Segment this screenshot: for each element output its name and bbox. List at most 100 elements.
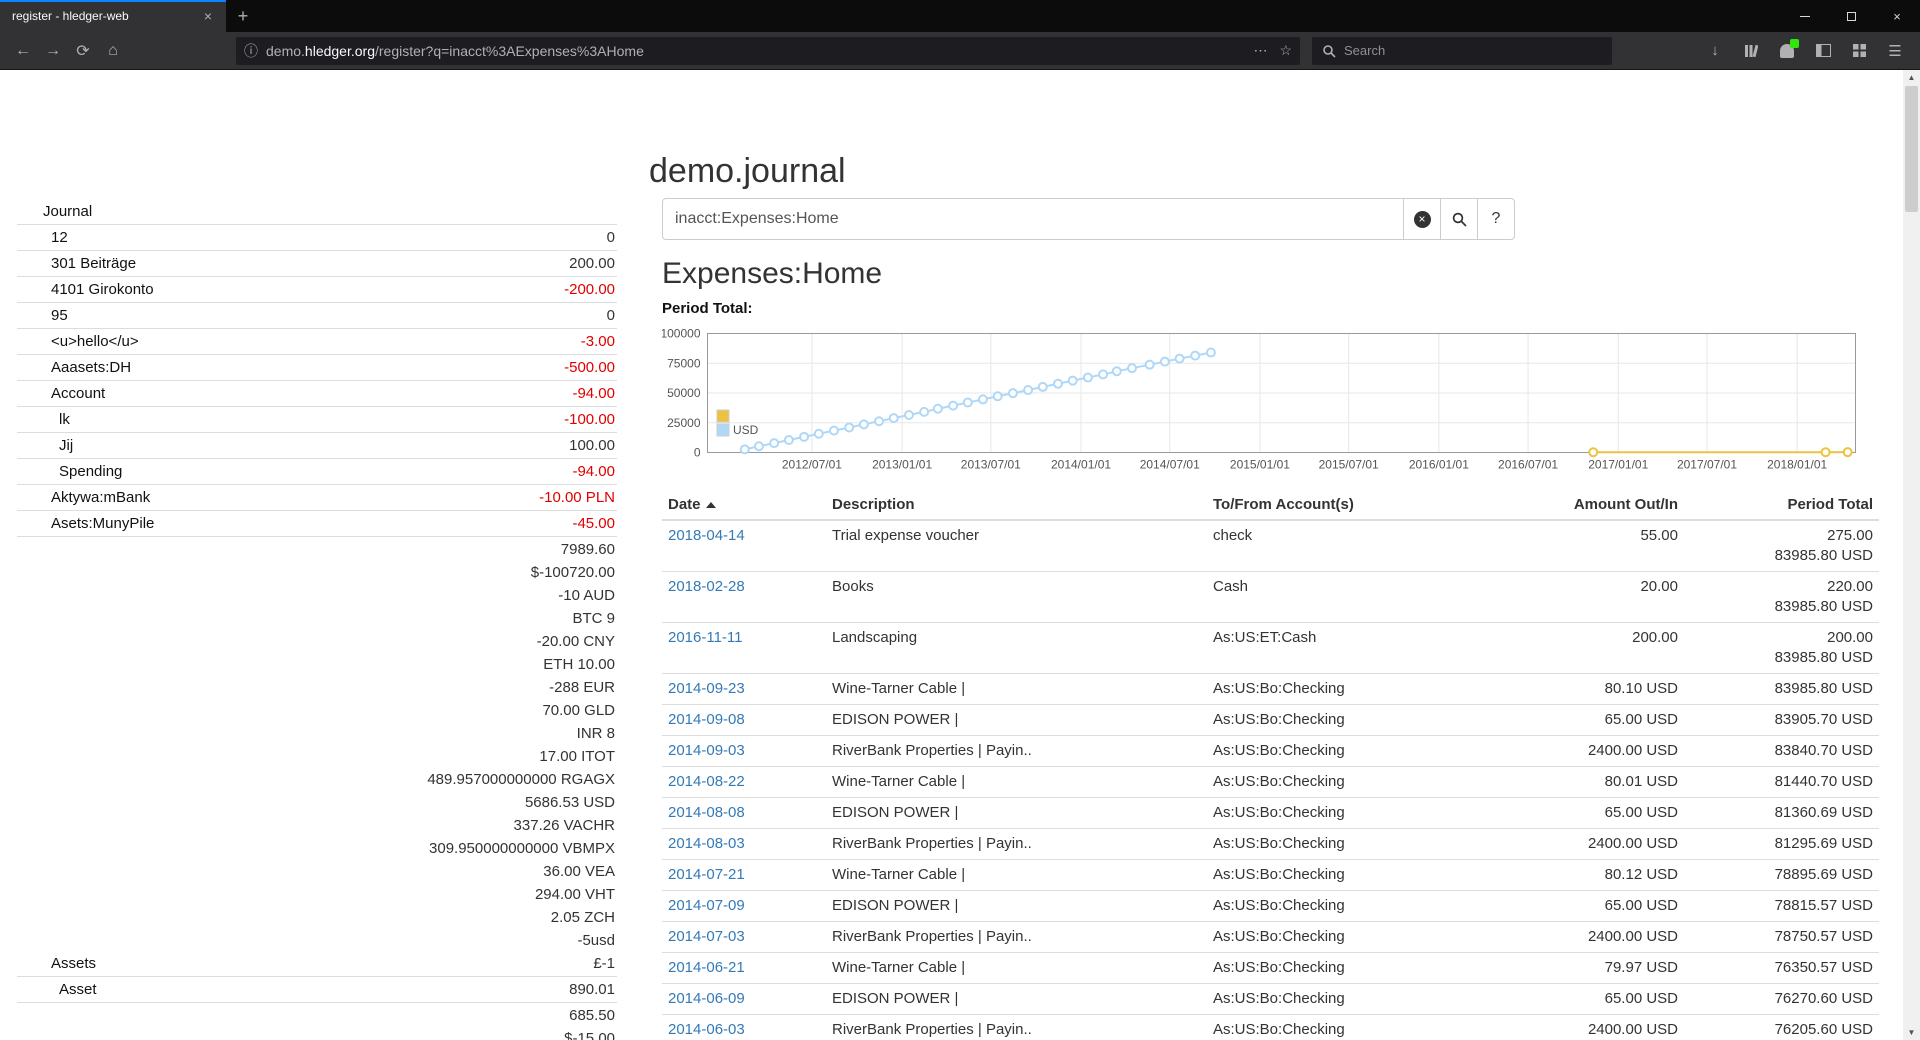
window-maximize-button[interactable] bbox=[1828, 0, 1874, 32]
balance-amount: INR 8 bbox=[427, 722, 615, 745]
transaction-date-link[interactable]: 2014-08-08 bbox=[668, 804, 745, 821]
transaction-description: RiverBank Properties | Payin.. bbox=[826, 1015, 1207, 1040]
transaction-date-link[interactable]: 2014-07-03 bbox=[668, 928, 745, 945]
reload-button[interactable]: ⟳ bbox=[68, 36, 98, 66]
transaction-period-total: 81295.69 USD bbox=[1684, 829, 1879, 860]
balance-amount: 100.00 bbox=[569, 434, 615, 457]
home-button[interactable]: ⌂ bbox=[98, 36, 128, 66]
sidebar-account-link[interactable]: Aktywa:mBank bbox=[17, 486, 150, 509]
transaction-account: As:US:Bo:Checking bbox=[1207, 674, 1487, 705]
tab-close-icon[interactable]: × bbox=[198, 8, 218, 24]
magnifier-icon bbox=[1322, 44, 1336, 58]
window-minimize-button[interactable] bbox=[1782, 0, 1828, 32]
page-actions-icon[interactable]: ⋯ bbox=[1253, 42, 1267, 59]
transaction-date-link[interactable]: 2016-11-11 bbox=[668, 629, 743, 646]
transaction-description: EDISON POWER | bbox=[826, 798, 1207, 829]
transaction-date-link[interactable]: 2014-09-03 bbox=[668, 742, 745, 759]
sidebar-account-link[interactable]: Asset bbox=[17, 978, 97, 1001]
sidebar-toggle-button[interactable] bbox=[1810, 38, 1836, 64]
sidebar-account-balance: -200.00 bbox=[564, 278, 617, 301]
svg-text:2012/07/01: 2012/07/01 bbox=[782, 458, 842, 472]
transaction-amount: 79.97 USD bbox=[1487, 953, 1684, 984]
sidebar-account-link[interactable]: 12 bbox=[17, 226, 68, 249]
sort-ascending-icon bbox=[706, 502, 716, 508]
sidebar-account-link[interactable]: lk bbox=[17, 408, 70, 431]
transaction-date-link[interactable]: 2018-04-14 bbox=[668, 527, 745, 544]
transaction-description: RiverBank Properties | Payin.. bbox=[826, 736, 1207, 767]
screenshots-grid-button[interactable] bbox=[1846, 38, 1872, 64]
search-button[interactable] bbox=[1440, 198, 1478, 240]
transaction-date-link[interactable]: 2014-07-21 bbox=[668, 866, 745, 883]
period-total-chart: 02500050000750001000002012/07/012013/01/… bbox=[662, 319, 1882, 479]
balance-amount: -10.00 PLN bbox=[539, 486, 615, 509]
sidebar-account-link[interactable]: 301 Beiträge bbox=[17, 252, 136, 275]
register-row: 2014-09-03 RiverBank Properties | Payin..… bbox=[662, 736, 1879, 767]
register-row: 2014-07-21Wine-Tarner Cable |As:US:Bo:Ch… bbox=[662, 860, 1879, 891]
clear-query-button[interactable]: × bbox=[1403, 198, 1441, 240]
menu-button[interactable]: ☰ bbox=[1882, 38, 1908, 64]
scroll-down-icon[interactable]: ▼ bbox=[1903, 1025, 1920, 1040]
transaction-amount: 2400.00 USD bbox=[1487, 1015, 1684, 1040]
transaction-date-link[interactable]: 2018-02-28 bbox=[668, 578, 745, 595]
sidebar-account-link[interactable]: Jij bbox=[17, 434, 73, 457]
scroll-up-icon[interactable]: ▲ bbox=[1903, 70, 1920, 85]
column-header-date[interactable]: Date bbox=[662, 491, 826, 520]
transaction-period-total: 83905.70 USD bbox=[1684, 705, 1879, 736]
browser-search-field[interactable]: Search bbox=[1312, 37, 1612, 65]
transaction-date-link[interactable]: 2014-06-21 bbox=[668, 959, 745, 976]
back-button[interactable]: ← bbox=[8, 36, 38, 66]
journal-link[interactable]: Journal bbox=[17, 201, 617, 225]
transaction-date-link[interactable]: 2014-09-08 bbox=[668, 711, 745, 728]
sidebar-account-row: <u>hello</u>-3.00 bbox=[17, 329, 617, 355]
transaction-date-link[interactable]: 2014-06-09 bbox=[668, 990, 745, 1007]
library-button[interactable] bbox=[1738, 38, 1764, 64]
forward-button[interactable]: → bbox=[38, 36, 68, 66]
query-input[interactable] bbox=[662, 198, 1404, 240]
register-row: 2014-06-03 RiverBank Properties | Payin..… bbox=[662, 1015, 1879, 1040]
sidebar-account-link[interactable]: 95 bbox=[17, 304, 68, 327]
sidebar-account-link[interactable]: Assets bbox=[17, 952, 96, 975]
transaction-date-link[interactable]: 2014-08-22 bbox=[668, 773, 745, 790]
sidebar-account-balance: 685.50$-15.00-10 AUD-30.00 USD bbox=[537, 1004, 617, 1040]
sidebar-account-link[interactable]: 4101 Girokonto bbox=[17, 278, 154, 301]
transaction-description: Wine-Tarner Cable | bbox=[826, 767, 1207, 798]
sidebar-account-link[interactable]: <u>hello</u> bbox=[17, 330, 139, 353]
transaction-date-link[interactable]: 2014-07-09 bbox=[668, 897, 745, 914]
new-tab-button[interactable]: + bbox=[226, 0, 260, 32]
url-bar[interactable]: ⓘ demo.hledger.org/register?q=inacct%3AE… bbox=[236, 37, 1300, 65]
bookmark-star-icon[interactable]: ☆ bbox=[1279, 42, 1292, 59]
help-button[interactable]: ? bbox=[1477, 198, 1515, 240]
url-subdomain: demo. bbox=[266, 43, 305, 59]
transaction-period-total: 76350.57 USD bbox=[1684, 953, 1879, 984]
svg-text:100000: 100000 bbox=[662, 327, 701, 341]
balance-amount: 685.50 bbox=[537, 1004, 615, 1027]
svg-text:2013/07/01: 2013/07/01 bbox=[961, 458, 1021, 472]
page-title: demo.journal bbox=[649, 152, 846, 191]
transaction-amount: 80.12 USD bbox=[1487, 860, 1684, 891]
library-icon bbox=[1744, 44, 1758, 58]
transaction-period-total: 83985.80 USD bbox=[1684, 674, 1879, 705]
extension-button[interactable] bbox=[1774, 38, 1800, 64]
sidebar-icon bbox=[1816, 44, 1831, 57]
search-icon bbox=[1452, 212, 1467, 227]
transaction-date-link[interactable]: 2014-06-03 bbox=[668, 1021, 745, 1038]
sidebar-account-row: Account-94.00 bbox=[17, 381, 617, 407]
transaction-date-link[interactable]: 2014-08-03 bbox=[668, 835, 745, 852]
downloads-button[interactable]: ↓ bbox=[1702, 38, 1728, 64]
site-info-icon[interactable]: ⓘ bbox=[244, 41, 258, 61]
sidebar-account-link[interactable]: Spending bbox=[17, 460, 122, 483]
register-row: 2014-09-23Wine-Tarner Cable |As:US:Bo:Ch… bbox=[662, 674, 1879, 705]
sidebar-account-link[interactable]: Asets:MunyPile bbox=[17, 512, 154, 535]
chart-title: Period Total: bbox=[662, 300, 1882, 319]
transaction-amount: 2400.00 USD bbox=[1487, 829, 1684, 860]
sidebar-account-link[interactable]: Account bbox=[17, 382, 105, 405]
window-close-button[interactable]: × bbox=[1874, 0, 1920, 32]
scrollbar-thumb[interactable] bbox=[1905, 86, 1918, 212]
transaction-amount: 65.00 USD bbox=[1487, 798, 1684, 829]
register-row: 2014-08-03RiverBank Properties | Payin..… bbox=[662, 829, 1879, 860]
sidebar-account-link[interactable]: Aaasets:DH bbox=[17, 356, 131, 379]
transaction-date-link[interactable]: 2014-09-23 bbox=[668, 680, 745, 697]
browser-toolbar: ← → ⟳ ⌂ ⓘ demo.hledger.org/register?q=in… bbox=[0, 32, 1920, 70]
page-scrollbar[interactable]: ▲ ▼ bbox=[1903, 70, 1920, 1040]
browser-tab[interactable]: register - hledger-web × bbox=[0, 0, 226, 32]
